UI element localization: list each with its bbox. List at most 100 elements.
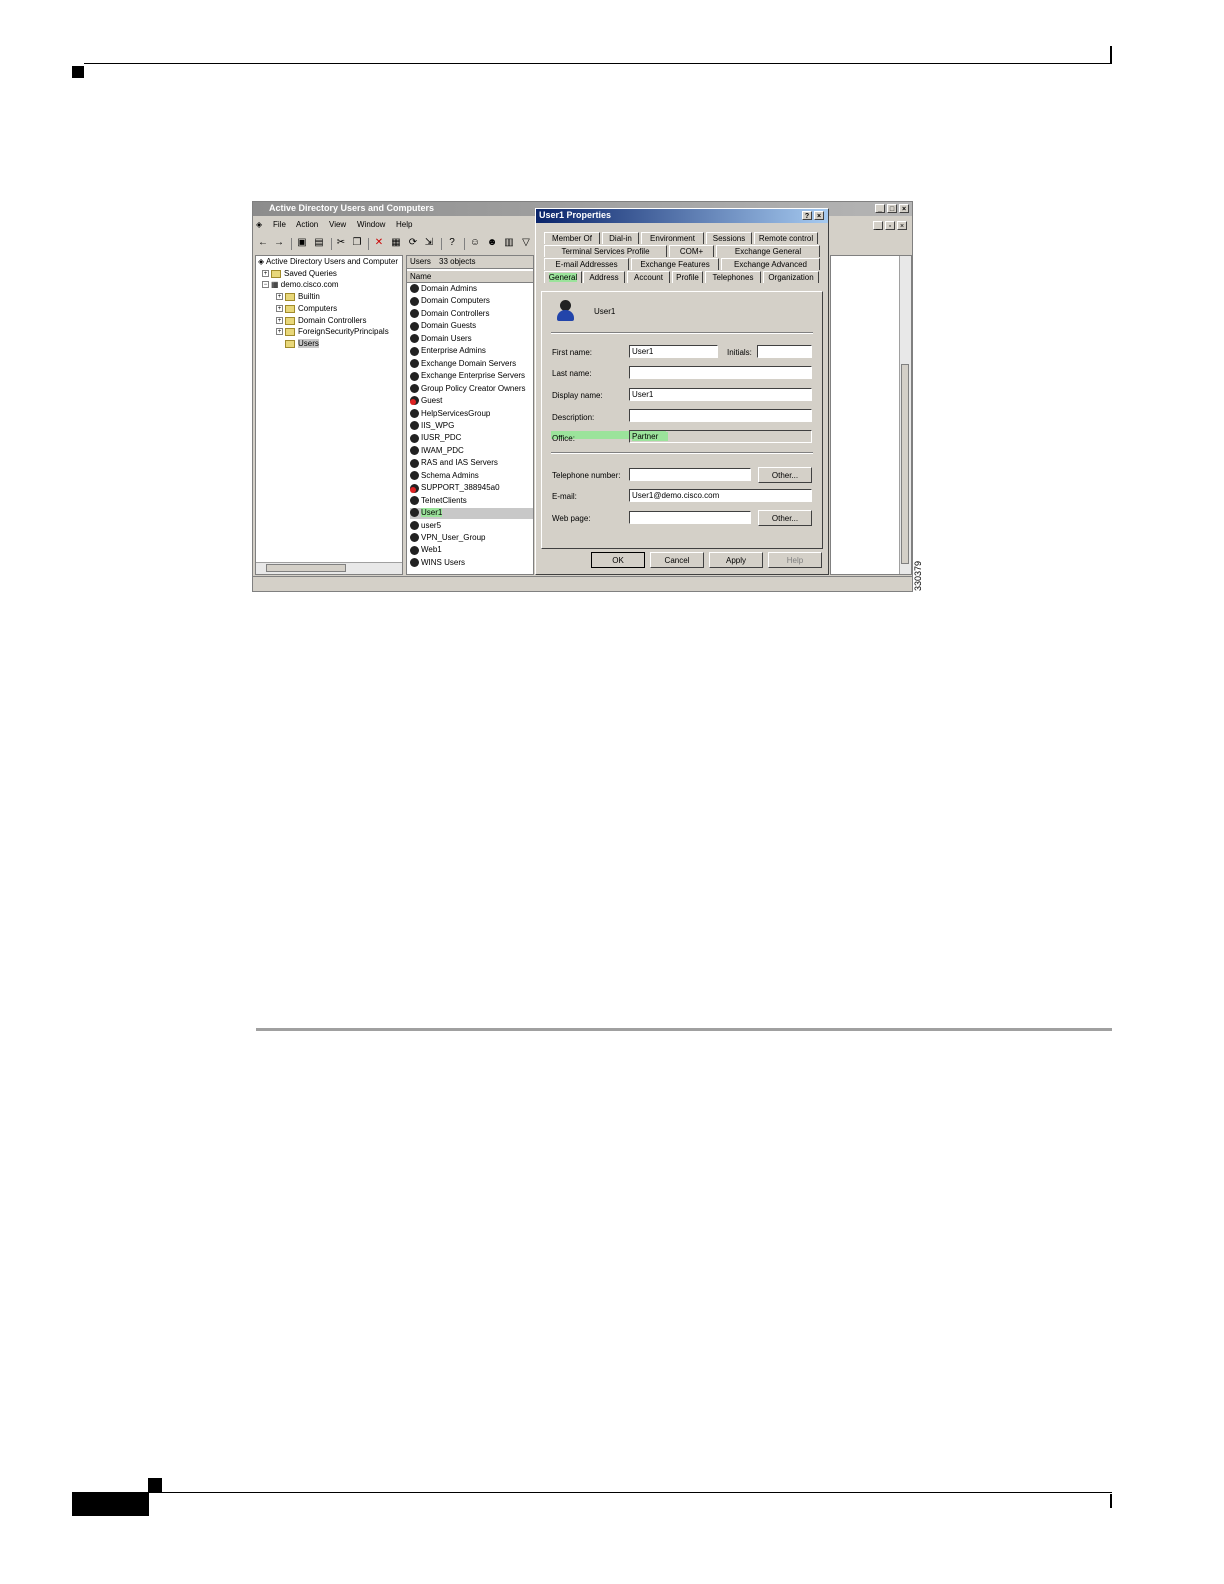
list-item[interactable]: RAS and IAS Servers: [410, 458, 498, 469]
list-item[interactable]: IUSR_PDC: [410, 433, 461, 444]
tab-sessions[interactable]: Sessions: [706, 232, 752, 244]
list-vscrollbar[interactable]: [899, 256, 911, 574]
cut-icon[interactable]: ✂: [335, 237, 347, 249]
tree-hscrollbar[interactable]: [256, 562, 402, 574]
tab-telephones[interactable]: Telephones: [705, 271, 761, 283]
menu-help[interactable]: Help: [396, 220, 412, 229]
webpage-field[interactable]: [629, 511, 751, 524]
scroll-thumb[interactable]: [901, 364, 909, 564]
list-item[interactable]: VPN_User_Group: [410, 533, 485, 544]
expand-icon[interactable]: +: [262, 270, 269, 278]
list-item[interactable]: WINS Users: [410, 558, 465, 569]
copy-icon[interactable]: ❐: [351, 237, 363, 249]
expand-icon[interactable]: +: [276, 305, 283, 313]
apply-button[interactable]: Apply: [709, 552, 763, 568]
up-folder-icon[interactable]: ▣: [296, 237, 308, 249]
tree-item-domain[interactable]: − ▦ demo.cisco.com: [262, 280, 339, 289]
menu-window[interactable]: Window: [357, 220, 385, 229]
list-item[interactable]: Group Policy Creator Owners: [410, 384, 525, 395]
new-group-icon[interactable]: ☻: [486, 237, 498, 249]
tab-address[interactable]: Address: [583, 271, 625, 283]
list-item[interactable]: User1: [410, 508, 533, 520]
tab-dial-in[interactable]: Dial-in: [602, 232, 639, 244]
column-header-name[interactable]: Name: [407, 271, 533, 283]
tab-e-mail-addresses[interactable]: E-mail Addresses: [544, 258, 629, 270]
list-item[interactable]: TelnetClients: [410, 496, 467, 507]
tab-terminal-services-profile[interactable]: Terminal Services Profile: [544, 245, 667, 257]
tab-exchange-features[interactable]: Exchange Features: [631, 258, 719, 270]
telephone-other-button[interactable]: Other...: [758, 467, 812, 483]
tab-member-of[interactable]: Member Of: [544, 232, 600, 244]
first-name-field[interactable]: User1: [629, 345, 718, 358]
maximize-button[interactable]: □: [887, 204, 897, 213]
office-field[interactable]: Partner: [629, 430, 812, 443]
initials-field[interactable]: [757, 345, 812, 358]
menu-action[interactable]: Action: [296, 220, 318, 229]
refresh-icon[interactable]: ⟳: [407, 237, 419, 249]
list-item[interactable]: IWAM_PDC: [410, 446, 464, 457]
filter-icon[interactable]: ▽: [520, 237, 532, 249]
menu-view[interactable]: View: [329, 220, 346, 229]
tab-account[interactable]: Account: [627, 271, 670, 283]
list-item[interactable]: Domain Computers: [410, 296, 490, 307]
last-name-field[interactable]: [629, 366, 812, 379]
list-item[interactable]: IIS_WPG: [410, 421, 454, 432]
tree-root[interactable]: ◈ Active Directory Users and Computer: [258, 257, 398, 266]
webpage-other-button[interactable]: Other...: [758, 510, 812, 526]
tab-remote-control[interactable]: Remote control: [754, 232, 818, 244]
list-item[interactable]: user5: [410, 521, 441, 532]
tree-item-users[interactable]: Users: [285, 339, 319, 348]
tree-item-computers[interactable]: + Computers: [276, 304, 337, 313]
cancel-button[interactable]: Cancel: [650, 552, 704, 568]
expand-icon[interactable]: +: [276, 317, 283, 325]
list-item[interactable]: Exchange Domain Servers: [410, 359, 516, 370]
ok-button[interactable]: OK: [591, 552, 645, 568]
child-minimize-button[interactable]: _: [873, 221, 883, 230]
tab-organization[interactable]: Organization: [763, 271, 819, 283]
list-item[interactable]: Domain Users: [410, 334, 472, 345]
new-user-icon[interactable]: ☺: [469, 237, 481, 249]
new-ou-icon[interactable]: ▥: [503, 237, 515, 249]
email-field[interactable]: User1@demo.cisco.com: [629, 489, 812, 502]
tab-exchange-general[interactable]: Exchange General: [716, 245, 820, 257]
expand-icon[interactable]: +: [276, 293, 283, 301]
minimize-button[interactable]: _: [875, 204, 885, 213]
help-button[interactable]: Help: [768, 552, 822, 568]
tree-item-saved-queries[interactable]: + Saved Queries: [262, 269, 337, 278]
list-item[interactable]: HelpServicesGroup: [410, 409, 490, 420]
export-icon[interactable]: ⇲: [423, 237, 435, 249]
telephone-field[interactable]: [629, 468, 751, 481]
close-window-button[interactable]: ×: [899, 204, 909, 213]
properties-icon[interactable]: ▦: [390, 237, 402, 249]
tree-item-builtin[interactable]: + Builtin: [276, 292, 320, 301]
description-field[interactable]: [629, 409, 812, 422]
tab-general[interactable]: General: [544, 271, 582, 283]
tab-profile[interactable]: Profile: [672, 271, 703, 283]
tree-item-domain-controllers[interactable]: + Domain Controllers: [276, 316, 366, 325]
list-item[interactable]: Domain Controllers: [410, 309, 489, 320]
list-item[interactable]: Schema Admins: [410, 471, 479, 482]
tab-environment[interactable]: Environment: [641, 232, 704, 244]
back-arrow-icon[interactable]: ←: [257, 237, 269, 249]
child-restore-button[interactable]: ▫: [885, 221, 895, 230]
dialog-close-button[interactable]: ×: [814, 211, 824, 220]
collapse-icon[interactable]: −: [262, 281, 269, 289]
list-item[interactable]: SUPPORT_388945a0: [410, 483, 500, 494]
list-item[interactable]: Enterprise Admins: [410, 346, 486, 357]
list-item[interactable]: Domain Admins: [410, 284, 477, 295]
scroll-thumb[interactable]: [266, 564, 346, 572]
child-close-button[interactable]: ×: [897, 221, 907, 230]
forward-arrow-icon[interactable]: →: [273, 237, 285, 249]
tab-com-[interactable]: COM+: [669, 245, 714, 257]
list-item[interactable]: Web1: [410, 545, 442, 556]
help-icon[interactable]: ?: [446, 237, 458, 249]
expand-icon[interactable]: +: [276, 328, 283, 336]
delete-icon[interactable]: ✕: [373, 237, 385, 249]
menu-file[interactable]: File: [273, 220, 286, 229]
dialog-help-button[interactable]: ?: [802, 211, 812, 220]
display-name-field[interactable]: User1: [629, 388, 812, 401]
tab-exchange-advanced[interactable]: Exchange Advanced: [721, 258, 820, 270]
show-tree-icon[interactable]: ▤: [313, 237, 325, 249]
list-item[interactable]: Guest: [410, 396, 442, 407]
list-item[interactable]: Domain Guests: [410, 321, 476, 332]
